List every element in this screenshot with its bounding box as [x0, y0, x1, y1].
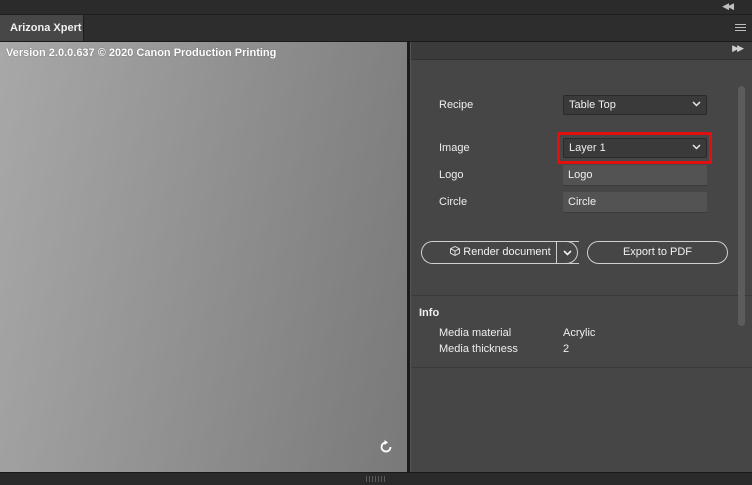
- settings-panel-header: ▶▶: [411, 42, 752, 60]
- recipe-label: Recipe: [439, 99, 474, 111]
- chevron-down-icon: [563, 250, 572, 256]
- preview-pane: Version 2.0.0.637 © 2020 Canon Productio…: [0, 42, 407, 472]
- panel-tab-bar: Arizona Xpert: [0, 15, 752, 42]
- section-divider: [411, 295, 752, 296]
- media-material-value: Acrylic: [563, 327, 596, 339]
- window-title-bar: ◀◀: [0, 0, 752, 15]
- section-divider: [411, 367, 752, 368]
- vertical-scrollbar[interactable]: [738, 86, 745, 326]
- resize-grip[interactable]: [366, 476, 386, 482]
- image-label: Image: [439, 142, 470, 154]
- version-text: Version 2.0.0.637 © 2020 Canon Productio…: [6, 47, 277, 59]
- cube-icon: [450, 246, 461, 256]
- export-to-pdf-button[interactable]: Export to PDF: [587, 241, 728, 264]
- recipe-value: Table Top: [569, 99, 616, 111]
- media-thickness-label: Media thickness: [439, 343, 518, 355]
- tab-arizona-xpert[interactable]: Arizona Xpert: [0, 15, 84, 41]
- double-chevron-right-icon[interactable]: ▶▶: [732, 43, 744, 54]
- logo-label: Logo: [439, 169, 464, 181]
- circle-label: Circle: [439, 196, 468, 208]
- logo-field[interactable]: Logo: [563, 165, 707, 186]
- refresh-icon[interactable]: [378, 439, 394, 455]
- hamburger-menu-icon[interactable]: [735, 24, 746, 32]
- media-material-label: Media material: [439, 327, 512, 339]
- image-dropdown-highlight: [557, 132, 712, 164]
- media-thickness-value: 2: [563, 343, 570, 355]
- recipe-dropdown[interactable]: Table Top: [563, 95, 707, 115]
- circle-field[interactable]: Circle: [563, 192, 707, 213]
- info-section-title: Info: [419, 307, 440, 319]
- render-document-label: Render document: [463, 246, 551, 258]
- render-options-dropdown-button[interactable]: [556, 241, 578, 264]
- double-chevron-left-icon[interactable]: ◀◀: [722, 1, 734, 12]
- settings-panel: ▶▶ Recipe Table Top Image Layer 1 Logo L…: [411, 42, 752, 472]
- chevron-down-icon: [692, 101, 701, 107]
- render-button-separator: [556, 241, 557, 264]
